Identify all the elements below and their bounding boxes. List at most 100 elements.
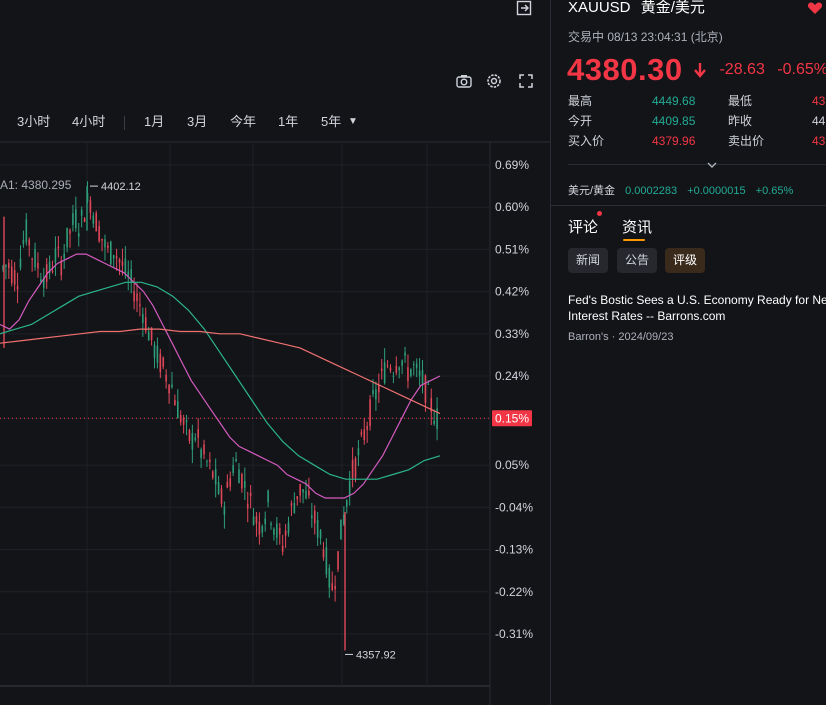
candle-body <box>95 213 98 232</box>
symbol-code: XAUUSD <box>568 0 631 16</box>
stat-value-open: 4409.85 <box>652 114 696 128</box>
candle-body <box>107 245 109 248</box>
current-change-label: 0.15% <box>495 411 529 425</box>
chart-panel: 3小时 4小时 1月 3月 今年 1年 5年 ▼ 0.69% 0.60% 0.51%… <box>0 0 550 705</box>
candle-body <box>226 481 229 488</box>
news-item-meta: Barron's · 2024/09/23 <box>568 331 674 343</box>
candle-body <box>410 369 412 376</box>
candle-body <box>351 459 354 478</box>
subtab-news[interactable]: 新闻 <box>568 248 609 273</box>
panel-divider <box>551 205 826 206</box>
candle-layer <box>2 181 438 651</box>
price-chart[interactable]: 0.69% 0.60% 0.51% 0.42% 0.33% 0.24% 0.15% 0.05%… <box>0 0 550 705</box>
tab-news[interactable]: 资讯 <box>622 216 652 237</box>
candle-body <box>316 520 319 538</box>
moving-average-label: A1: 4380.295 <box>0 178 72 192</box>
candle-body <box>185 420 188 422</box>
candle-body <box>101 238 103 241</box>
candle-body <box>25 219 28 243</box>
candle-body <box>229 478 232 487</box>
candle-body <box>168 384 170 394</box>
y-tick-label: 0.05% <box>495 458 529 472</box>
candle-body <box>188 429 191 441</box>
candle-body <box>80 209 83 216</box>
stat-row-bid-ask: 买入价 4379.96 卖出价 43 <box>568 134 826 154</box>
candle-body <box>319 530 322 539</box>
chevron-down-icon[interactable] <box>706 160 718 170</box>
candle-body <box>366 426 368 430</box>
candle-body <box>66 227 68 248</box>
candle-body <box>191 432 194 450</box>
stat-label-low: 最低 <box>728 94 753 108</box>
candle-body <box>246 503 249 509</box>
candle-body <box>5 265 7 267</box>
candle-body <box>308 490 310 496</box>
candle-body <box>252 516 255 525</box>
candle-body <box>83 218 86 222</box>
trading-status: 交易中 08/13 23:04:31 (北京) <box>568 30 723 44</box>
related-symbol: 美元/黄金 <box>568 185 616 197</box>
candle-body <box>290 503 293 506</box>
candle-body <box>302 489 304 493</box>
price-axis: 0.69% 0.60% 0.51% 0.42% 0.33% 0.24% 0.15% 0.05%… <box>495 158 533 641</box>
candle-body <box>421 370 424 384</box>
candle-body <box>404 352 406 356</box>
y-tick-label: -0.22% <box>495 585 533 599</box>
quote-stats: 最高 4449.68 最低 43 今开 4409.85 昨收 44 买入价 43… <box>568 94 826 154</box>
candle-body <box>389 367 392 371</box>
candle-body <box>142 314 144 323</box>
candle-body <box>104 239 106 248</box>
candle-body <box>360 432 363 435</box>
candle-body <box>171 384 173 388</box>
candle-body <box>357 448 360 456</box>
y-tick-label: 0.42% <box>495 285 529 299</box>
news-item-title[interactable]: Fed's Bostic Sees a U.S. Economy Ready f… <box>568 292 826 324</box>
arrow-down-icon <box>694 63 706 78</box>
candle-body <box>75 209 77 229</box>
candle-body <box>118 259 121 263</box>
candle-body <box>197 429 199 438</box>
candle-body <box>284 530 287 536</box>
candle-body <box>354 458 357 478</box>
y-tick-label: 0.60% <box>495 200 529 214</box>
tab-comments[interactable]: 评论 <box>568 216 598 237</box>
candle-body <box>165 374 167 382</box>
candle-body <box>206 461 208 463</box>
candle-body <box>72 213 74 225</box>
subtab-announcements[interactable]: 公告 <box>617 248 658 273</box>
candle-body <box>139 304 141 307</box>
candle-body <box>363 429 366 440</box>
candle-body <box>77 232 80 237</box>
candle-body <box>418 370 421 376</box>
candle-body <box>124 258 127 273</box>
candle-body <box>249 493 252 496</box>
candle-body <box>214 469 217 485</box>
candle-body <box>345 500 348 507</box>
stat-row-high-low: 最高 4449.68 最低 43 <box>568 94 826 114</box>
candle-body <box>133 291 135 302</box>
symbol-header: XAUUSD 黄金/美元 <box>568 0 711 16</box>
related-quote[interactable]: 美元/黄金 0.0002283 +0.0000015 +0.65% <box>568 182 800 198</box>
candle-body <box>235 458 237 462</box>
y-tick-label: -0.13% <box>495 543 533 557</box>
y-tick-label: -0.04% <box>495 500 533 514</box>
candle-body <box>401 360 403 366</box>
candle-body <box>162 357 165 367</box>
y-tick-label: 0.24% <box>495 369 529 383</box>
heart-icon[interactable] <box>807 0 823 16</box>
candle-body <box>378 384 380 393</box>
candle-body <box>412 363 415 365</box>
stat-label-prev-close: 昨收 <box>728 114 753 128</box>
quote-side-panel: XAUUSD 黄金/美元 交易中 08/13 23:04:31 (北京) 438… <box>550 0 826 705</box>
candle-body <box>54 248 57 263</box>
subtab-ratings[interactable]: 评级 <box>665 248 706 273</box>
candle-body <box>369 399 371 427</box>
stat-label-bid: 买入价 <box>568 134 605 148</box>
candle-body <box>258 521 261 535</box>
y-tick-label: 0.69% <box>495 158 529 172</box>
candle-body <box>37 262 39 269</box>
stat-value-low: 43 <box>812 94 826 108</box>
candle-body <box>211 471 214 478</box>
candle-body <box>392 375 395 377</box>
candle-body <box>136 293 138 302</box>
